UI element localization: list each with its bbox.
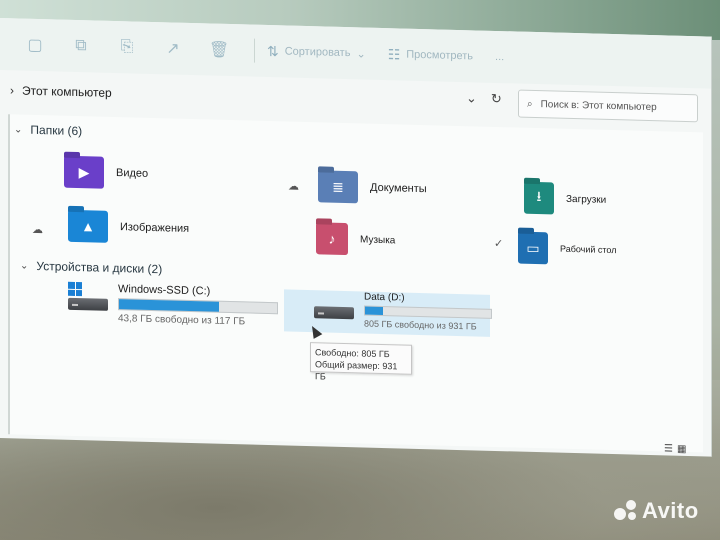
cloud-icon: ☁ (32, 223, 43, 237)
folder-label: Документы (370, 181, 427, 196)
drive-usage-bar (364, 305, 492, 319)
video-folder-icon: ▶ (64, 155, 104, 189)
search-input[interactable]: ⌕ Поиск в: Этот компьютер (518, 89, 698, 123)
folder-label: Видео (116, 167, 149, 180)
view-layout-icon: ☷ (387, 45, 401, 62)
folder-label: Загрузки (566, 193, 607, 206)
toolbar-divider (254, 38, 255, 63)
folder-item-pictures[interactable]: ▲ Изображения (68, 209, 190, 245)
folder-item-documents[interactable]: ≣ Документы (318, 170, 427, 205)
drives-group-title: Устройства и диски (2) (36, 258, 163, 277)
content-pane: ⌄ Папки (6) ▶ Видео ☁ ≣ Документы ⭳ Загр… (8, 114, 703, 453)
folder-label: Музыка (360, 233, 396, 246)
chevron-down-icon: ⌄ (14, 123, 23, 136)
drive-free-space: 43,8 ГБ свободно из 117 ГБ (118, 313, 246, 328)
share-icon[interactable]: ↗ (162, 37, 184, 60)
address-bar[interactable]: › Этот компьютер (0, 76, 482, 117)
address-dropdown-icon[interactable]: ⌄ (466, 90, 477, 106)
address-controls: ⌄ ↻ (466, 90, 502, 107)
folder-label: Рабочий стол (560, 243, 617, 256)
desktop-folder-icon: ▭ (518, 231, 548, 265)
synced-check-icon: ✓ (494, 237, 504, 251)
details-view-icon[interactable]: ☰ (664, 443, 673, 454)
file-explorer-window: ▢ ⧉ ⎘ ↗ 🗑 ⇅ Сортировать ⌄ ☷ Просмотреть … (0, 18, 712, 457)
music-folder-icon: ♪ (316, 222, 348, 256)
more-label: ... (495, 50, 505, 64)
view-toggle: ☰ ▦ (664, 443, 686, 455)
folder-item-downloads[interactable]: ⭳ Загрузки (524, 181, 607, 216)
delete-icon[interactable]: 🗑 (208, 38, 230, 61)
chevron-down-icon: ⌄ (20, 260, 29, 272)
avito-logo-icon (612, 498, 638, 524)
hard-drive-icon (314, 290, 354, 320)
search-icon: ⌕ (527, 98, 533, 110)
drive-tooltip: Свободно: 805 ГБ Общий размер: 931 ГБ (310, 342, 412, 382)
drive-item-d[interactable]: Data (D:) 805 ГБ свободно из 931 ГБ (314, 290, 492, 332)
sort-label: Сортировать (284, 45, 351, 60)
tooltip-total: Общий размер: 931 ГБ (315, 359, 398, 382)
drive-name: Data (D:) (364, 291, 405, 304)
view-button[interactable]: ☷ Просмотреть (388, 46, 473, 65)
drive-name: Windows-SSD (C:) (118, 283, 211, 298)
view-label: Просмотреть (406, 48, 474, 63)
cloud-icon: ☁ (288, 180, 299, 193)
paste-icon[interactable]: ⎘ (116, 36, 138, 59)
drives-group-header[interactable]: ⌄ Устройства и диски (2) (20, 258, 163, 277)
more-options-button[interactable]: ... (495, 51, 504, 63)
copy-icon[interactable]: ⧉ (70, 35, 92, 58)
avito-watermark: Avito (612, 498, 699, 524)
watermark-text: Avito (642, 498, 699, 523)
drive-usage-bar (118, 298, 278, 315)
folders-group-title: Папки (6) (30, 122, 83, 139)
folders-group-header[interactable]: ⌄ Папки (6) (14, 122, 82, 138)
address-location: Этот компьютер (22, 83, 112, 100)
documents-folder-icon: ≣ (318, 170, 358, 204)
drive-item-c[interactable]: Windows-SSD (C:) 43,8 ГБ свободно из 117… (68, 281, 278, 328)
new-item-icon[interactable]: ▢ (24, 34, 46, 57)
refresh-icon[interactable]: ↻ (491, 91, 502, 107)
folder-item-desktop[interactable]: ▭ Рабочий стол (518, 231, 617, 267)
drive-usage-fill (119, 299, 219, 312)
search-placeholder: Поиск в: Этот компьютер (540, 98, 657, 113)
chevron-down-icon: ⌄ (356, 47, 366, 61)
windows-drive-icon (68, 281, 108, 311)
drive-usage-fill (365, 306, 383, 316)
sort-button[interactable]: ⇅ Сортировать ⌄ (267, 42, 366, 62)
pictures-folder-icon: ▲ (68, 209, 108, 243)
tiles-view-icon[interactable]: ▦ (677, 444, 686, 455)
folder-item-video[interactable]: ▶ Видео (64, 155, 149, 190)
downloads-folder-icon: ⭳ (524, 181, 554, 215)
folder-label: Изображения (120, 221, 190, 235)
sort-arrows-icon: ⇅ (267, 42, 279, 59)
folder-item-music[interactable]: ♪ Музыка (316, 222, 395, 256)
chevron-right-icon: › (10, 83, 14, 98)
